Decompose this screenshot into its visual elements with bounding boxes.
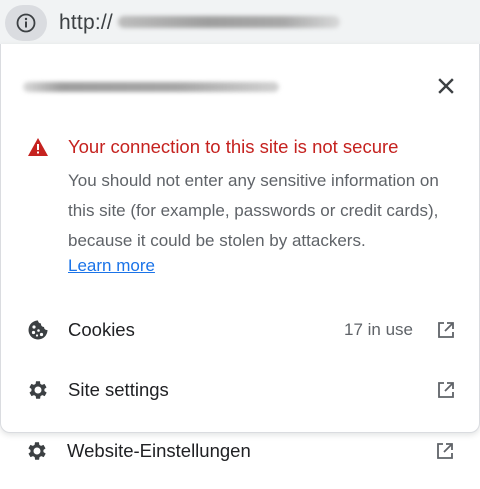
redacted-site-name <box>23 82 279 92</box>
close-button[interactable] <box>434 76 458 100</box>
site-settings-label: Site settings <box>68 379 169 400</box>
close-icon <box>438 77 454 99</box>
cookies-count: 17 in use <box>344 320 413 339</box>
redacted-url <box>118 16 340 28</box>
gear-icon <box>26 378 50 402</box>
info-circle-icon <box>15 12 37 34</box>
gear-icon <box>25 439 49 463</box>
open-external-icon[interactable] <box>435 441 455 461</box>
open-external-icon[interactable] <box>436 380 456 400</box>
cookie-icon <box>26 318 50 342</box>
cookies-row[interactable]: Cookies 17 in use <box>1 306 479 354</box>
warning-triangle-icon <box>27 137 49 157</box>
warning-title: Your connection to this site is not secu… <box>68 136 399 157</box>
open-external-icon[interactable] <box>436 320 456 340</box>
cookies-label: Cookies <box>68 319 135 340</box>
learn-more-link[interactable]: Learn more <box>68 256 155 276</box>
site-info-button[interactable] <box>5 5 47 41</box>
site-settings-row[interactable]: Site settings <box>1 366 479 414</box>
omnibox[interactable]: http:// <box>0 0 480 44</box>
warning-description: You should not enter any sensitive infor… <box>68 171 439 250</box>
website-einstellungen-row[interactable]: Website-Einstellungen <box>0 427 478 475</box>
url-prefix[interactable]: http:// <box>59 11 113 35</box>
website-einstellungen-label: Website-Einstellungen <box>67 440 251 461</box>
page-info-popup: Your connection to this site is not secu… <box>0 44 480 433</box>
